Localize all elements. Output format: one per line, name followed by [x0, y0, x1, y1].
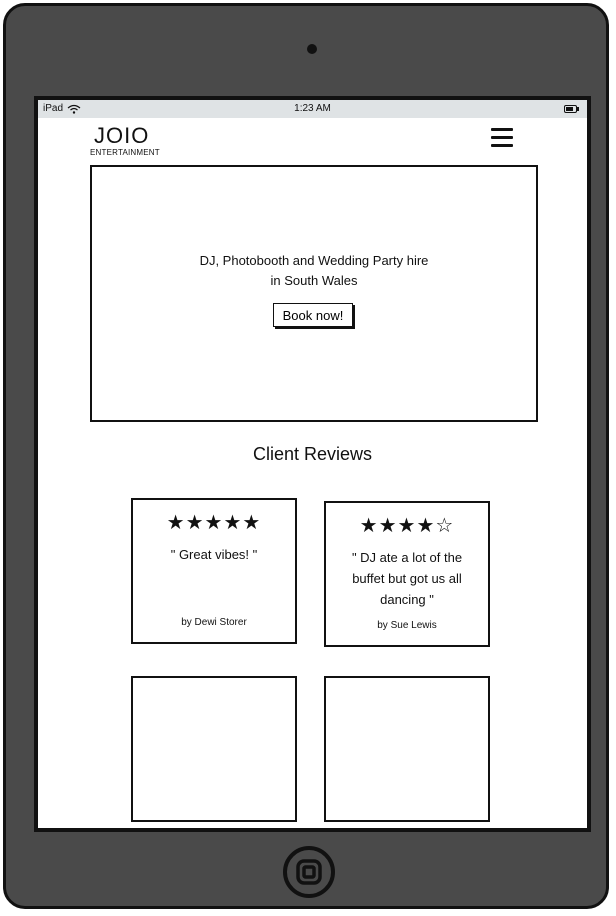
hero-banner: DJ, Photobooth and Wedding Party hire in…: [90, 165, 538, 422]
logo-sub: ENTERTAINMENT: [90, 148, 160, 157]
hero-text: DJ, Photobooth and Wedding Party hire in…: [92, 251, 536, 291]
review-card: ★★★★★ " Great vibes! " by Dewi Storer: [131, 498, 297, 644]
battery-icon: [564, 105, 579, 113]
hero-line-1: DJ, Photobooth and Wedding Party hire: [199, 253, 429, 268]
empty-review-card: [131, 676, 297, 822]
status-bar: iPad 1:23 AM: [38, 100, 587, 118]
star-rating: ★★★★★: [166, 512, 262, 534]
status-time: 1:23 AM: [294, 103, 331, 114]
star-rating: ★★★★☆: [359, 515, 455, 537]
hero-line-2: in South Wales: [270, 273, 358, 288]
reviews-title: Client Reviews: [252, 444, 373, 464]
empty-review-card: [324, 676, 490, 822]
logo[interactable]: JOIO ENTERTAINMENT: [90, 123, 160, 158]
review-author: by Dewi Storer: [181, 617, 247, 628]
home-button-icon[interactable]: [282, 845, 336, 899]
review-author: by Sue Lewis: [377, 620, 437, 631]
hamburger-menu-icon[interactable]: [491, 128, 513, 148]
book-now-button[interactable]: Book now!: [273, 303, 353, 327]
tablet-screen: iPad 1:23 AM JOIO ENTERTAINMENT DJ, Phot…: [34, 96, 591, 832]
review-quote: " Great vibes! ": [170, 547, 258, 562]
review-card: ★★★★☆ " DJ ate a lot of the buffet but g…: [324, 501, 490, 647]
logo-main: JOIO: [94, 123, 150, 148]
camera-dot: [307, 44, 317, 54]
tablet-frame: iPad 1:23 AM JOIO ENTERTAINMENT DJ, Phot…: [3, 3, 609, 909]
review-quote: " DJ ate a lot of the buffet but got us …: [351, 550, 463, 607]
